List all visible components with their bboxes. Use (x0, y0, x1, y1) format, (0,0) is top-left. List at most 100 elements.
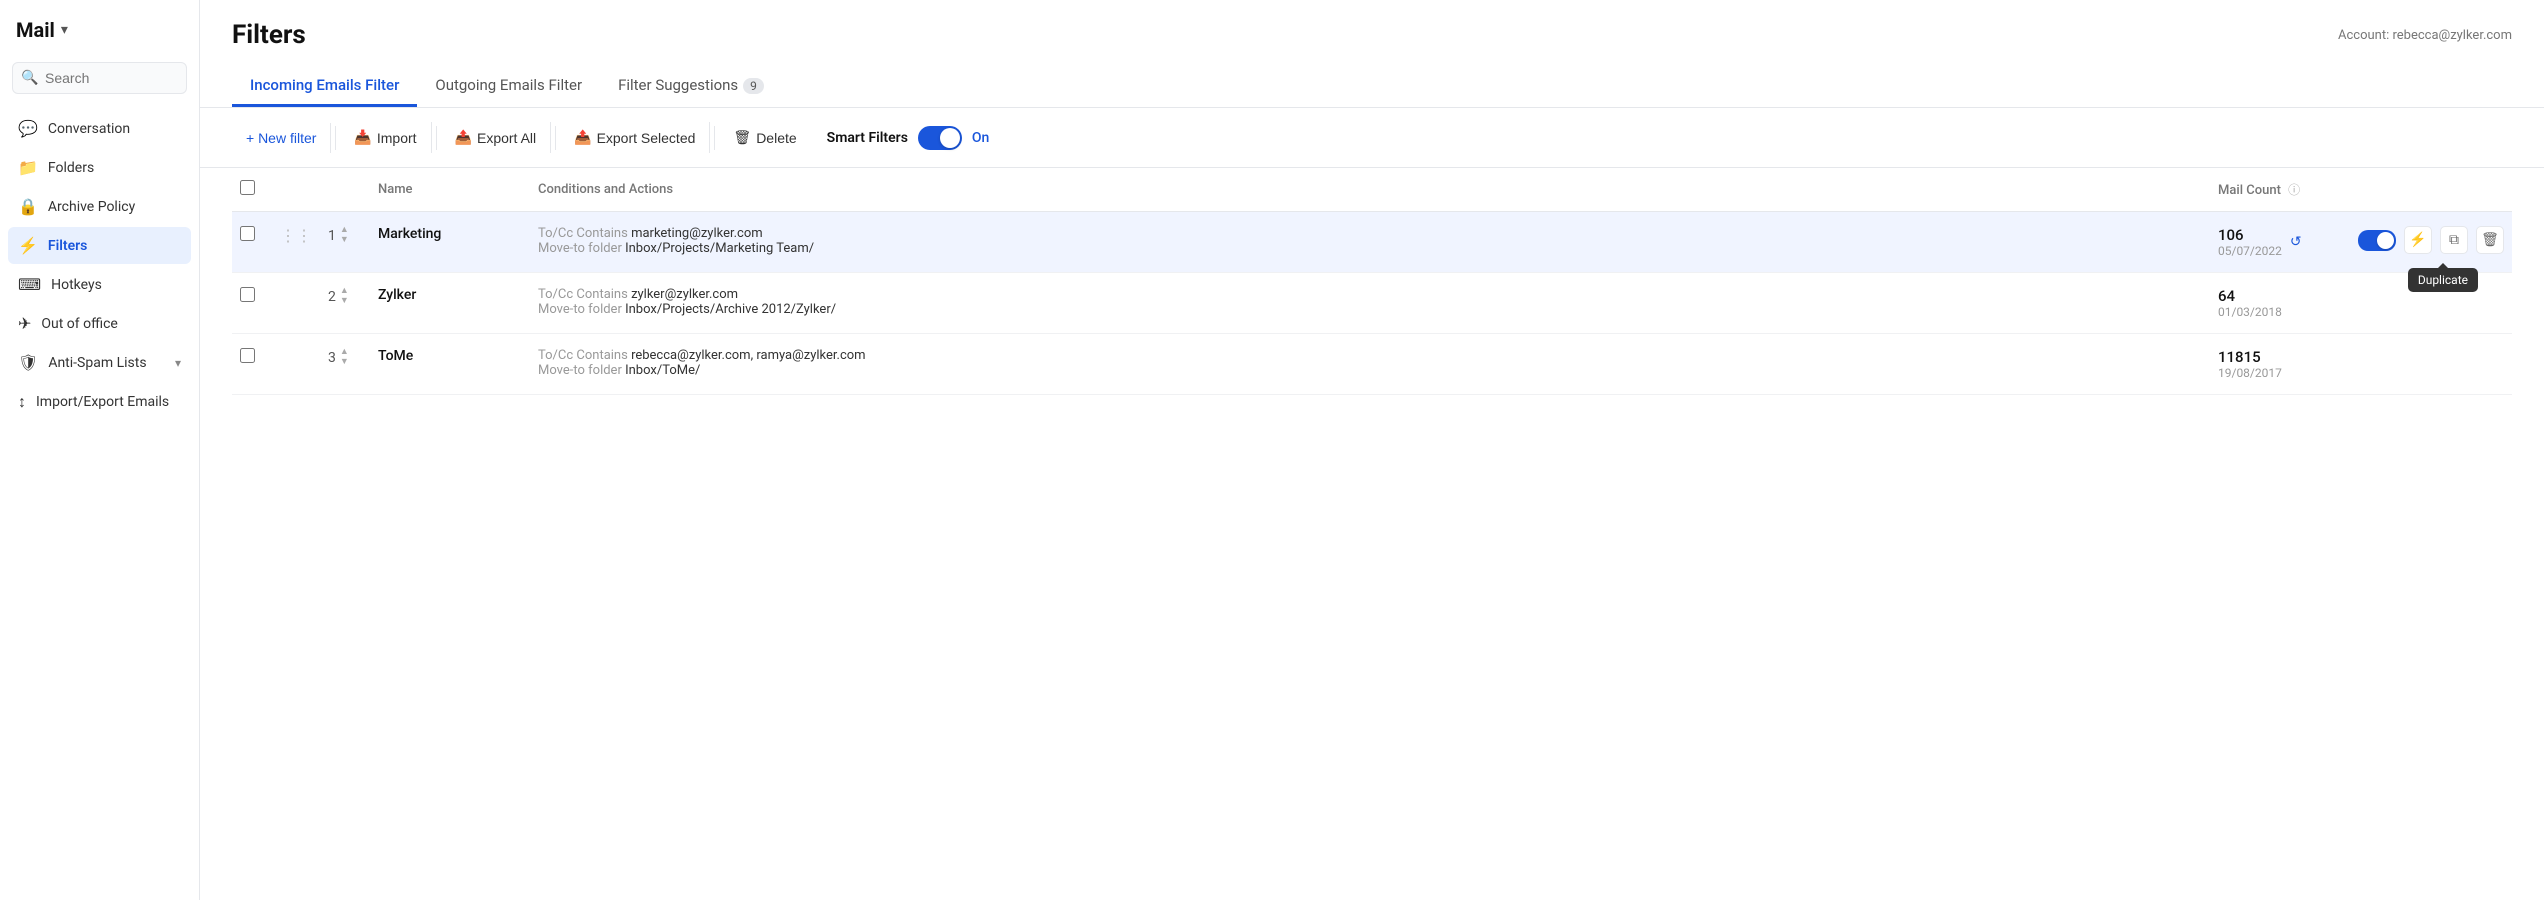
app-title: Mail (16, 18, 55, 42)
smart-filters-state: On (972, 130, 989, 146)
undo-icon[interactable]: ↺ (2290, 234, 2302, 250)
filters-table: Name Conditions and Actions Mail Count ⓘ… (232, 168, 2512, 395)
select-all-checkbox[interactable] (240, 180, 255, 195)
action-row: Move-to folder Inbox/Projects/Archive 20… (538, 302, 2202, 317)
mail-count: 64 (2218, 287, 2282, 305)
toggle-knob (2377, 232, 2394, 249)
duplicate-tooltip: Duplicate (2408, 268, 2478, 292)
import-icon: 📥 (354, 129, 371, 146)
folders-icon: 📁 (18, 158, 38, 177)
mail-count-info-icon[interactable]: ⓘ (2288, 183, 2300, 197)
sidebar-item-label: Import/Export Emails (36, 394, 181, 410)
anti-spam-icon: 🛡 (18, 353, 38, 372)
sort-arrows[interactable]: ▲▼ (340, 348, 349, 367)
condition-row: To/Cc Contains zylker@zylker.com (538, 287, 2202, 302)
col-header-name: Name (370, 168, 530, 212)
sidebar-nav: 💬 Conversation 📁 Folders 🔒 Archive Polic… (0, 110, 199, 421)
filter-icon-button[interactable]: ⚡ (2404, 226, 2432, 254)
sidebar-item-label: Hotkeys (51, 277, 181, 293)
conversation-icon: 💬 (18, 119, 38, 138)
sidebar-header[interactable]: Mail ▾ (0, 0, 199, 54)
row-checkbox-2[interactable] (240, 287, 255, 302)
sidebar-item-import-export[interactable]: ↕ Import/Export Emails (8, 383, 191, 421)
condition-row: To/Cc Contains rebecca@zylker.com, ramya… (538, 348, 2202, 363)
mail-date: 19/08/2017 (2218, 366, 2282, 380)
toolbar: + New filter 📥 Import 📤 Export All 📤 Exp… (200, 108, 2544, 168)
toolbar-separator-4 (714, 126, 715, 150)
export-all-button[interactable]: 📤 Export All (441, 122, 552, 153)
sidebar-item-label: Archive Policy (48, 199, 181, 215)
filter-name: Marketing (378, 226, 441, 242)
sort-arrows[interactable]: ▲▼ (340, 226, 349, 245)
delete-button[interactable]: 🗑 Delete (719, 122, 810, 153)
delete-icon: 🗑 (733, 129, 751, 146)
row-number: 3 (328, 350, 336, 366)
tab-suggestions[interactable]: Filter Suggestions9 (600, 66, 782, 107)
sidebar-item-anti-spam[interactable]: 🛡 Anti-Spam Lists ▾ (8, 344, 191, 381)
filter-name: Zylker (378, 287, 416, 303)
sidebar-item-label: Out of office (41, 316, 181, 332)
sort-arrows[interactable]: ▲▼ (340, 287, 349, 306)
delete-row-button[interactable]: 🗑 (2476, 226, 2504, 254)
mail-count: 11815 (2218, 348, 2282, 366)
mail-count: 106 (2218, 226, 2282, 244)
duplicate-container: ⧉ Duplicate (2440, 226, 2468, 254)
page-title-row: Filters Account: rebecca@zylker.com (232, 20, 2512, 50)
import-button[interactable]: 📥 Import (340, 122, 431, 153)
table-row: 3 ▲▼ ToMe To/Cc Contains rebecca@zylker.… (232, 334, 2512, 395)
col-header-conditions: Conditions and Actions (530, 168, 2210, 212)
table-row: 2 ▲▼ Zylker To/Cc Contains zylker@zylker… (232, 273, 2512, 334)
export-all-icon: 📤 (455, 129, 472, 146)
smart-filters-group: Smart Filters On (827, 126, 990, 150)
duplicate-button[interactable]: ⧉ (2440, 226, 2468, 254)
drag-handle[interactable]: ⋮⋮ (280, 226, 312, 245)
sidebar-item-label: Folders (48, 160, 181, 176)
chevron-icon: ▾ (175, 356, 181, 370)
sidebar-item-conversation[interactable]: 💬 Conversation (8, 110, 191, 147)
sidebar-item-filters[interactable]: ⚡ Filters (8, 227, 191, 264)
export-selected-button[interactable]: 📤 Export Selected (560, 122, 710, 153)
sidebar-item-label: Anti-Spam Lists (48, 355, 165, 371)
action-row: Move-to folder Inbox/ToMe/ (538, 363, 2202, 378)
tab-incoming[interactable]: Incoming Emails Filter (232, 66, 417, 107)
toolbar-separator-2 (436, 126, 437, 150)
toolbar-separator-1 (335, 126, 336, 150)
smart-filters-label: Smart Filters (827, 130, 908, 146)
sidebar-item-label: Filters (48, 238, 181, 254)
condition-row: To/Cc Contains marketing@zylker.com (538, 226, 2202, 241)
filter-name: ToMe (378, 348, 413, 364)
export-selected-icon: 📤 (574, 129, 591, 146)
sidebar-item-label: Conversation (48, 121, 181, 137)
row-number: 1 (328, 228, 336, 244)
hotkeys-icon: ⌨ (18, 275, 41, 294)
mail-date: 05/07/2022 (2218, 244, 2282, 258)
search-container: 🔍 (12, 62, 187, 94)
filters-icon: ⚡ (18, 236, 38, 255)
sidebar: Mail ▾ 🔍 💬 Conversation 📁 Folders 🔒 Arch… (0, 0, 200, 900)
toolbar-separator-3 (555, 126, 556, 150)
row-enable-toggle[interactable] (2358, 230, 2396, 251)
account-info: Account: rebecca@zylker.com (2338, 28, 2512, 43)
col-header-mailcount: Mail Count ⓘ (2210, 168, 2350, 212)
tabs: Incoming Emails FilterOutgoing Emails Fi… (232, 66, 2512, 107)
tab-outgoing[interactable]: Outgoing Emails Filter (417, 66, 600, 107)
main-header: Filters Account: rebecca@zylker.com Inco… (200, 0, 2544, 108)
toggle-knob (940, 128, 960, 148)
sidebar-item-out-of-office[interactable]: ✈ Out of office (8, 305, 191, 342)
import-export-icon: ↕ (18, 392, 26, 412)
row-checkbox-1[interactable] (240, 226, 255, 241)
row-checkbox-3[interactable] (240, 348, 255, 363)
sidebar-item-archive-policy[interactable]: 🔒 Archive Policy (8, 188, 191, 225)
sidebar-item-hotkeys[interactable]: ⌨ Hotkeys (8, 266, 191, 303)
sidebar-item-folders[interactable]: 📁 Folders (8, 149, 191, 186)
table-row: ⋮⋮ 1 ▲▼ Marketing To/Cc Contains marketi… (232, 212, 2512, 273)
smart-filters-toggle[interactable] (918, 126, 962, 150)
main-content: Filters Account: rebecca@zylker.com Inco… (200, 0, 2544, 900)
mail-date: 01/03/2018 (2218, 305, 2282, 319)
page-title: Filters (232, 20, 306, 50)
filters-table-wrapper: Name Conditions and Actions Mail Count ⓘ… (200, 168, 2544, 900)
tab-badge-suggestions: 9 (743, 78, 764, 94)
action-row: Move-to folder Inbox/Projects/Marketing … (538, 241, 2202, 256)
search-icon: 🔍 (21, 70, 38, 86)
new-filter-button[interactable]: + New filter (232, 123, 331, 153)
